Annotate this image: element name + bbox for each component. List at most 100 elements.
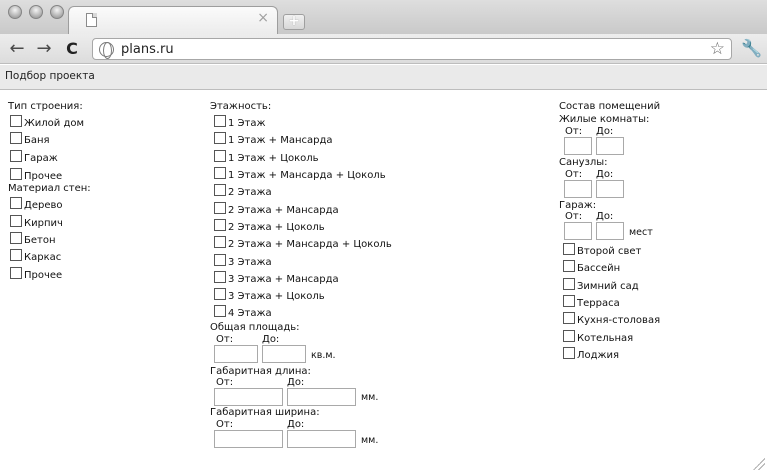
material-option[interactable]: Каркас: [10, 249, 61, 263]
checkbox[interactable]: [214, 271, 226, 283]
address-bar[interactable]: plans.ru ☆: [92, 38, 732, 60]
floors-option[interactable]: 1 Этаж + Мансарда: [214, 132, 333, 146]
checkbox[interactable]: [563, 312, 575, 324]
checkbox[interactable]: [563, 347, 575, 359]
material-option[interactable]: Бетон: [10, 232, 56, 246]
browser-tab[interactable]: ×: [68, 6, 278, 34]
toolbar: ← → C plans.ru ☆ 🔧: [0, 34, 767, 64]
checkbox[interactable]: [214, 236, 226, 248]
globe-icon: [99, 42, 114, 59]
forward-icon[interactable]: →: [33, 38, 55, 60]
living-from-input[interactable]: [564, 137, 592, 155]
living-to-input[interactable]: [596, 137, 624, 155]
length-to-label: До:: [287, 377, 305, 388]
length-from-input[interactable]: [214, 388, 283, 406]
building-option[interactable]: Гараж: [10, 150, 58, 164]
garage-unit: мест: [629, 227, 653, 238]
garage-from-input[interactable]: [564, 222, 592, 240]
floors-option[interactable]: 2 Этажа + Мансарда: [214, 202, 339, 216]
resize-grip[interactable]: [753, 458, 765, 470]
bookmark-item[interactable]: Подбор проекта: [5, 70, 95, 82]
area-unit: кв.м.: [311, 350, 336, 361]
back-icon[interactable]: ←: [6, 38, 28, 60]
building-option[interactable]: Жилой дом: [10, 115, 84, 129]
floors-option[interactable]: 1 Этаж + Цоколь: [214, 150, 319, 164]
extra-option[interactable]: Терраса: [563, 295, 620, 309]
floors-option[interactable]: 3 Этажа + Мансарда: [214, 271, 339, 285]
checkbox[interactable]: [10, 267, 22, 279]
material-option[interactable]: Дерево: [10, 197, 62, 211]
floors-option[interactable]: 4 Этажа: [214, 305, 272, 319]
floors-option[interactable]: 2 Этажа: [214, 184, 272, 198]
floors-option[interactable]: 1 Этаж + Мансарда + Цоколь: [214, 167, 386, 181]
minimize-window-button[interactable]: [29, 5, 43, 19]
extra-option[interactable]: Второй свет: [563, 243, 641, 257]
checkbox[interactable]: [214, 202, 226, 214]
floors-option[interactable]: 3 Этажа + Цоколь: [214, 288, 325, 302]
checkbox[interactable]: [563, 243, 575, 255]
bath-from-input[interactable]: [564, 180, 592, 198]
checkbox[interactable]: [10, 215, 22, 227]
material-option[interactable]: Прочее: [10, 267, 62, 281]
checkbox[interactable]: [10, 115, 22, 127]
wrench-icon[interactable]: 🔧: [741, 38, 762, 60]
extra-option[interactable]: Кухня-столовая: [563, 312, 660, 326]
building-option[interactable]: Прочее: [10, 168, 62, 182]
extra-option[interactable]: Бассейн: [563, 260, 620, 274]
garage-from-label: От:: [565, 211, 583, 222]
bath-from-label: От:: [565, 169, 583, 180]
living-to-label: До:: [596, 126, 614, 137]
area-to-input[interactable]: [262, 345, 306, 363]
checkbox[interactable]: [10, 232, 22, 244]
close-window-button[interactable]: [8, 5, 22, 19]
width-to-input[interactable]: [287, 430, 356, 448]
material-option[interactable]: Кирпич: [10, 215, 63, 229]
floors-option[interactable]: 2 Этажа + Мансарда + Цоколь: [214, 236, 392, 250]
checkbox[interactable]: [563, 278, 575, 290]
checkbox[interactable]: [214, 288, 226, 300]
floors-option[interactable]: 2 Этажа + Цоколь: [214, 219, 325, 233]
wall-material-heading: Материал стен:: [8, 183, 91, 194]
checkbox[interactable]: [214, 305, 226, 317]
checkbox[interactable]: [10, 150, 22, 162]
width-from-input[interactable]: [214, 430, 283, 448]
checkbox[interactable]: [214, 219, 226, 231]
length-to-input[interactable]: [287, 388, 356, 406]
floors-option[interactable]: 3 Этажа: [214, 254, 272, 268]
length-unit: мм.: [361, 392, 379, 403]
garage-to-input[interactable]: [596, 222, 624, 240]
checkbox[interactable]: [563, 260, 575, 272]
checkbox[interactable]: [10, 249, 22, 261]
checkbox[interactable]: [10, 197, 22, 209]
checkbox[interactable]: [214, 115, 226, 127]
checkbox[interactable]: [563, 295, 575, 307]
tab-strip: × +: [0, 0, 767, 34]
width-to-label: До:: [287, 419, 305, 430]
extra-option[interactable]: Котельная: [563, 330, 633, 344]
bath-to-label: До:: [596, 169, 614, 180]
building-type-heading: Тип строения:: [8, 101, 83, 112]
bookmark-star-icon[interactable]: ☆: [710, 39, 725, 59]
bathrooms-heading: Санузлы:: [559, 157, 608, 168]
reload-icon[interactable]: C: [61, 38, 83, 60]
checkbox[interactable]: [214, 167, 226, 179]
extra-option[interactable]: Зимний сад: [563, 278, 639, 292]
checkbox[interactable]: [214, 254, 226, 266]
extra-option[interactable]: Лоджия: [563, 347, 619, 361]
tab-close-icon[interactable]: ×: [257, 11, 269, 25]
width-heading: Габаритная ширина:: [210, 407, 320, 418]
length-from-label: От:: [216, 377, 234, 388]
zoom-window-button[interactable]: [50, 5, 64, 19]
garage-heading: Гараж:: [559, 200, 597, 211]
bath-to-input[interactable]: [596, 180, 624, 198]
checkbox[interactable]: [10, 168, 22, 180]
checkbox[interactable]: [563, 330, 575, 342]
checkbox[interactable]: [10, 132, 22, 144]
area-from-input[interactable]: [214, 345, 258, 363]
checkbox[interactable]: [214, 184, 226, 196]
new-tab-button[interactable]: +: [283, 14, 305, 30]
checkbox[interactable]: [214, 150, 226, 162]
floors-option[interactable]: 1 Этаж: [214, 115, 266, 129]
building-option[interactable]: Баня: [10, 132, 50, 146]
checkbox[interactable]: [214, 132, 226, 144]
